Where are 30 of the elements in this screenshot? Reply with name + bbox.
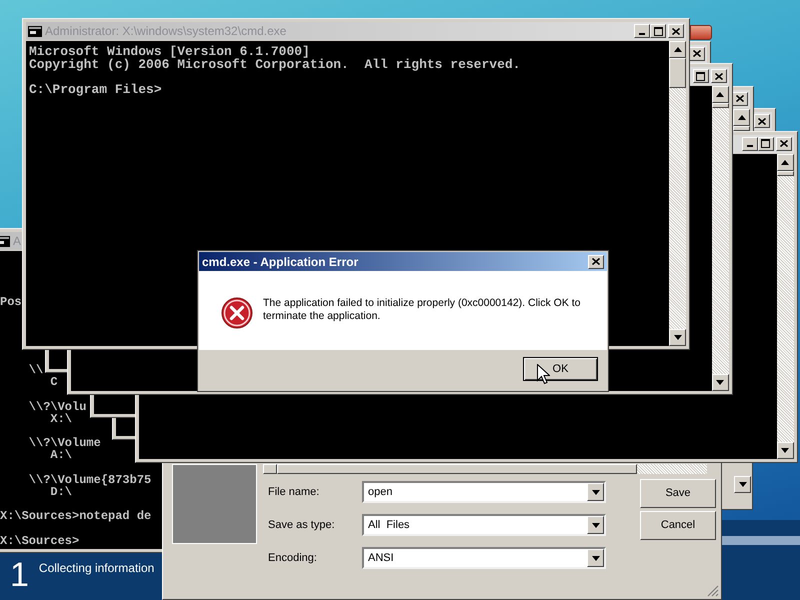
step-number: 1 xyxy=(10,558,29,592)
field-label: Encoding: xyxy=(267,550,318,566)
step-status: Collecting information xyxy=(38,560,154,577)
console-line: D:\ xyxy=(50,486,72,498)
field-label: Save as type: xyxy=(267,518,336,533)
field-value: ANSI xyxy=(367,550,395,566)
console-line: Copyright (c) 2006 Microsoft Corporation. All rights reserved. xyxy=(29,58,520,71)
dropdown-field[interactable]: open xyxy=(362,481,606,503)
console-line: C xyxy=(49,376,58,388)
console-line: \\?\Volume{873b75 xyxy=(28,474,152,486)
error-message: The application failed to initialize properly (0xc0000142). Click OK to terminate the application. xyxy=(263,297,582,323)
dropdown-field[interactable]: All Files xyxy=(362,514,606,536)
field-value: open xyxy=(367,484,394,500)
console-line: A:\ xyxy=(49,449,72,462)
console-line: C:\Program Files> xyxy=(29,84,162,96)
field-label: File name: xyxy=(267,484,320,500)
dialog-button[interactable]: Save xyxy=(640,479,716,508)
console-line: Pos xyxy=(0,296,22,308)
dropdown-field[interactable]: ANSI xyxy=(362,547,606,569)
console-line: \\?\Volu xyxy=(28,400,86,413)
console-line: X:\Sources> xyxy=(0,534,80,547)
console-line: \\?\Volume xyxy=(28,437,101,450)
dialog-title: cmd.exe - Application Error xyxy=(202,254,358,270)
console-line: X:\Sources>notepad de xyxy=(0,510,152,523)
dialog-button[interactable]: Cancel xyxy=(640,511,716,540)
console-line: Microsoft Windows [Version 6.1.7000] xyxy=(29,46,310,58)
field-value: All Files xyxy=(367,518,411,533)
ok-button[interactable]: OK xyxy=(523,357,598,381)
console-line: \\ xyxy=(28,364,44,376)
console-line: X:\ xyxy=(49,412,72,425)
